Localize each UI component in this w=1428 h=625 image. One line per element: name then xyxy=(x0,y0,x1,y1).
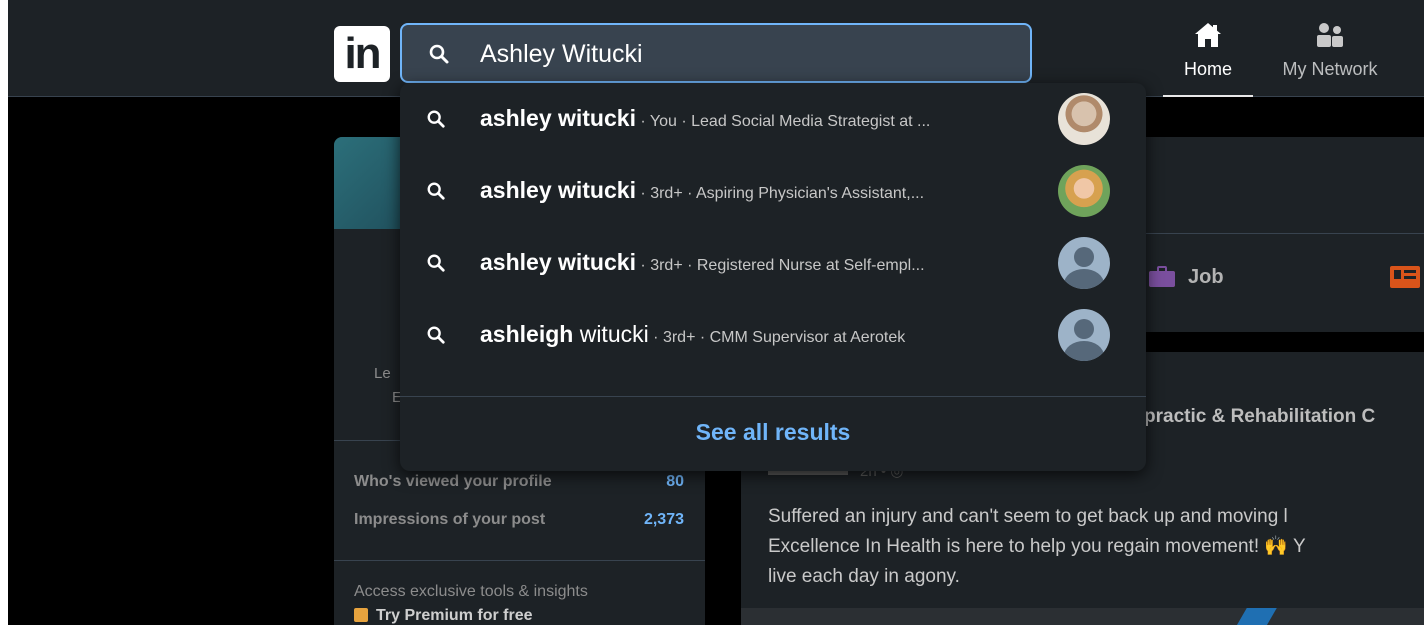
post-text: Suffered an injury and can't seem to get… xyxy=(768,502,1424,592)
suggestion-item[interactable]: ashleigh witucki · 3rd+ · CMM Supervisor… xyxy=(400,299,1146,371)
search-icon xyxy=(426,253,446,278)
briefcase-icon xyxy=(1148,266,1176,293)
suggestion-text: ashley witucki · 3rd+ · Registered Nurse… xyxy=(480,249,925,276)
stat-value: 80 xyxy=(666,473,684,490)
premium-link-label: Try Premium for free xyxy=(376,607,533,624)
suggestion-item[interactable]: ashley witucki · You · Lead Social Media… xyxy=(400,83,1146,155)
dropdown-divider xyxy=(400,396,1146,397)
share-job-button[interactable]: Job xyxy=(1188,266,1224,289)
article-icon xyxy=(1390,266,1420,293)
stat-label: Who's viewed your profile xyxy=(354,473,552,490)
search-icon xyxy=(426,181,446,206)
avatar xyxy=(1058,237,1110,289)
search-icon xyxy=(426,325,446,350)
search-box[interactable] xyxy=(400,23,1032,83)
post-image[interactable] xyxy=(741,608,1424,625)
search-input[interactable] xyxy=(480,37,1000,71)
avatar xyxy=(1058,165,1110,217)
premium-icon xyxy=(354,608,368,622)
post-author[interactable]: practic & Rehabilitation C xyxy=(1144,406,1375,428)
home-icon xyxy=(1194,23,1222,52)
post-line: Suffered an injury and can't seem to get… xyxy=(768,506,1288,527)
suggestion-text: ashley witucki · 3rd+ · Aspiring Physici… xyxy=(480,177,924,204)
avatar-head xyxy=(1074,319,1094,339)
linkedin-logo[interactable]: in xyxy=(334,26,390,82)
suggestion-meta: · 3rd+ · Registered Nurse at Self-empl..… xyxy=(635,257,925,274)
suggestion-text: ashley witucki · You · Lead Social Media… xyxy=(480,105,930,132)
avatar-body xyxy=(1064,269,1104,289)
app-frame: Le E Who's viewed your profile 80 Impres… xyxy=(8,0,1424,625)
avatar xyxy=(1058,93,1110,145)
search-suggestions: ashley witucki · You · Lead Social Media… xyxy=(400,83,1146,471)
avatar xyxy=(1058,309,1110,361)
nav-home-label: Home xyxy=(1183,59,1232,79)
try-premium-link[interactable]: Try Premium for free xyxy=(354,607,533,625)
suggestion-name: ashley witucki xyxy=(480,177,636,203)
suggestion-name-rest: witucki xyxy=(573,321,649,347)
post-line: live each day in agony. xyxy=(768,566,960,587)
suggestion-meta: · You · Lead Social Media Strategist at … xyxy=(635,113,931,130)
nav-my-network[interactable]: My Network xyxy=(1266,22,1394,80)
post-line: Excellence In Health is here to help you… xyxy=(768,536,1306,557)
premium-promo-text: Access exclusive tools & insights xyxy=(354,583,588,600)
suggestion-name: ashley witucki xyxy=(480,105,636,131)
avatar-head xyxy=(1074,247,1094,267)
card-divider xyxy=(334,560,705,561)
stat-value: 2,373 xyxy=(643,511,684,528)
see-all-results-link[interactable]: See all results xyxy=(400,419,1146,446)
search-icon xyxy=(428,43,450,70)
suggestion-name: ashley witucki xyxy=(480,249,636,275)
suggestion-meta: · 3rd+ · CMM Supervisor at Aerotek xyxy=(648,329,906,346)
image-stripe xyxy=(1235,608,1277,625)
suggestion-text: ashleigh witucki · 3rd+ · CMM Supervisor… xyxy=(480,321,905,348)
suggestion-name: ashleigh xyxy=(480,321,574,347)
network-icon xyxy=(1315,23,1345,52)
avatar-body xyxy=(1064,341,1104,361)
suggestion-item[interactable]: ashley witucki · 3rd+ · Registered Nurse… xyxy=(400,227,1146,299)
suggestion-item[interactable]: ashley witucki · 3rd+ · Aspiring Physici… xyxy=(400,155,1146,227)
profile-headline-fragment: Le xyxy=(374,365,391,382)
stat-profile-views[interactable]: Who's viewed your profile 80 xyxy=(354,473,684,491)
search-icon xyxy=(426,109,446,134)
suggestion-meta: · 3rd+ · Aspiring Physician's Assistant,… xyxy=(635,185,925,202)
nav-network-label: My Network xyxy=(1282,59,1378,79)
nav-home[interactable]: Home xyxy=(1163,22,1253,97)
stat-label: Impressions of your post xyxy=(354,511,546,528)
stat-post-impressions[interactable]: Impressions of your post 2,373 xyxy=(354,511,684,529)
